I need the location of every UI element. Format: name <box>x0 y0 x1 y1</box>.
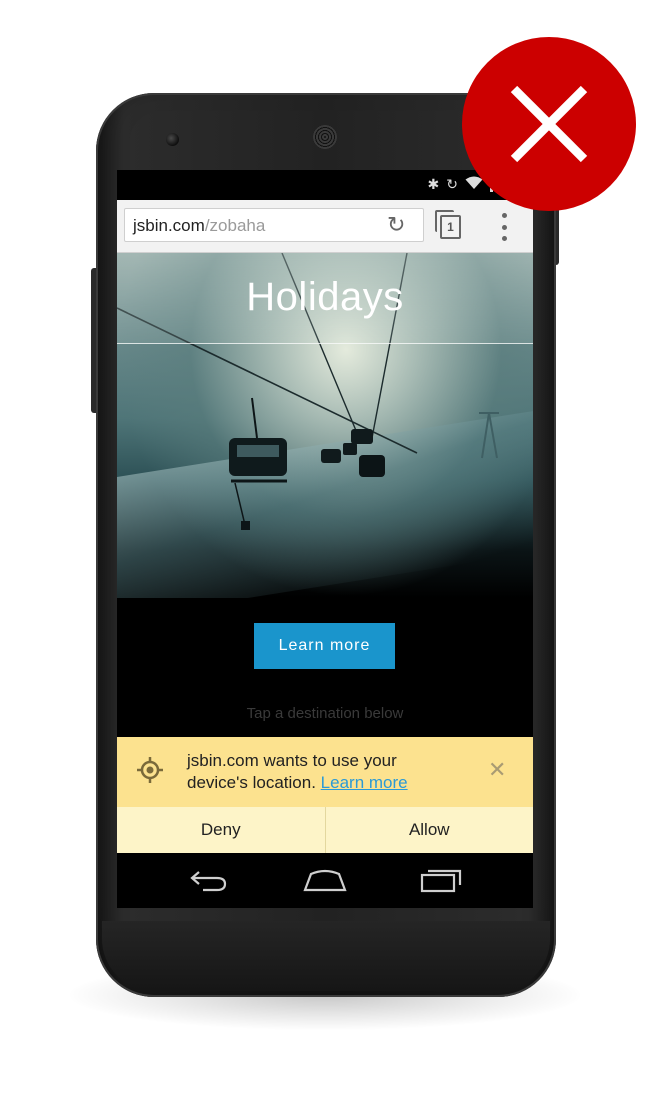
home-icon[interactable] <box>303 869 347 893</box>
phone-chin <box>102 921 550 991</box>
tab-switcher-button[interactable]: 1 <box>435 210 461 239</box>
do-not-icon <box>510 85 588 163</box>
earpiece-speaker <box>313 125 337 149</box>
url-field[interactable]: jsbin.com/zobaha <box>124 208 424 242</box>
learn-more-button[interactable]: Learn more <box>254 623 395 669</box>
infobar-learn-more-link[interactable]: Learn more <box>321 773 408 792</box>
url-host: jsbin.com <box>133 216 205 235</box>
infobar-message-line1: jsbin.com wants to use your <box>187 751 397 770</box>
reload-icon[interactable]: ↻ <box>387 209 405 241</box>
bluetooth-icon: ✱ <box>427 176 440 192</box>
stage: ✱ ↻ jsbin.com/zobaha ↻ 1 Holidays Learn … <box>0 0 650 1099</box>
hero-image: Holidays <box>117 253 533 598</box>
destination-hint: Tap a destination below <box>246 705 404 722</box>
location-permission-infobar: jsbin.com wants to use your device's loc… <box>117 737 533 807</box>
url-path: /zobaha <box>204 216 266 235</box>
page-title: Holidays <box>246 275 404 319</box>
back-icon[interactable] <box>189 868 229 892</box>
overflow-menu-icon[interactable] <box>501 213 507 241</box>
front-camera <box>166 133 179 146</box>
recents-icon[interactable] <box>420 867 464 893</box>
rotation-lock-icon: ↻ <box>446 176 458 192</box>
allow-button[interactable]: Allow <box>324 807 534 853</box>
location-icon <box>137 757 163 783</box>
phone-screen: ✱ ↻ jsbin.com/zobaha ↻ 1 Holidays Learn … <box>117 170 533 908</box>
navigation-bar <box>117 853 533 908</box>
deny-button[interactable]: Deny <box>117 807 325 853</box>
infobar-message: jsbin.com wants to use your device's loc… <box>187 750 487 794</box>
infobar-message-line2: device's location. <box>187 773 316 792</box>
infobar-buttons: Deny Allow <box>117 807 533 853</box>
do-not-badge <box>462 37 636 211</box>
close-icon[interactable]: ✕ <box>488 758 506 782</box>
